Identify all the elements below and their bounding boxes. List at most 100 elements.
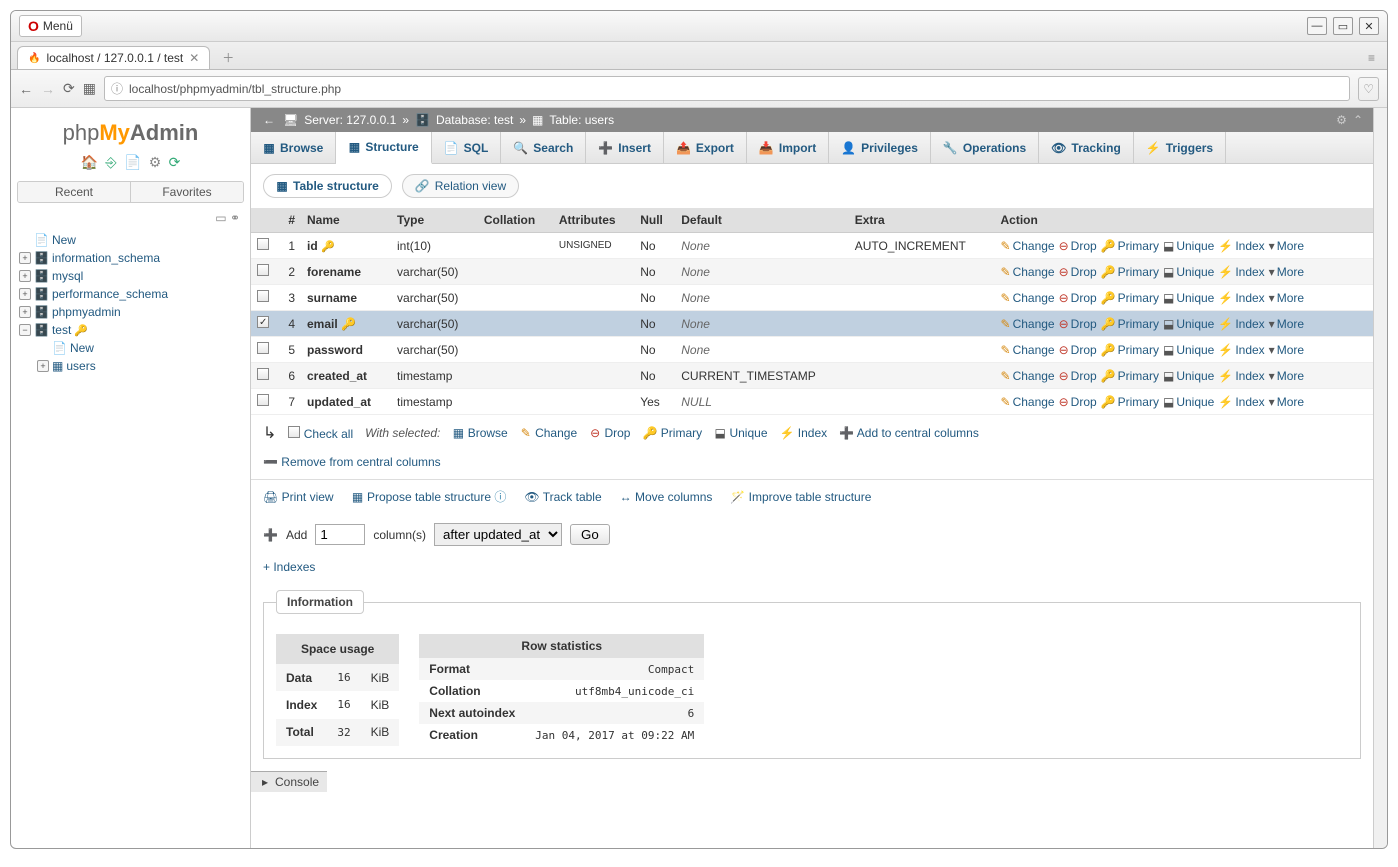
action-drop[interactable]: ⊖ Drop (1059, 239, 1097, 253)
tab-operations[interactable]: 🔧Operations (931, 132, 1039, 163)
tree-new-table[interactable]: 📄New (37, 339, 242, 357)
browser-tab[interactable]: 🔥 localhost / 127.0.0.1 / test ✕ (17, 46, 210, 69)
subnav-relation-view[interactable]: 🔗Relation view (402, 174, 519, 198)
tab-triggers[interactable]: ⚡Triggers (1134, 132, 1226, 163)
action-drop[interactable]: ⊖ Drop (1059, 317, 1097, 331)
site-info-icon[interactable]: ⓘ (111, 80, 123, 97)
tab-search[interactable]: 🔍Search (501, 132, 586, 163)
action-primary[interactable]: 🔑 Primary (1101, 343, 1159, 357)
action-change[interactable]: ✎ Change (1001, 369, 1055, 383)
action-change[interactable]: ✎ Change (1001, 395, 1055, 409)
tree-db-phpmyadmin[interactable]: +🗄️phpmyadmin (19, 303, 242, 321)
action-change[interactable]: ✎ Change (1001, 239, 1055, 253)
check-all[interactable]: Check all (288, 426, 353, 441)
maximize-button[interactable]: ▭ (1333, 17, 1353, 35)
bulk-browse[interactable]: ▦ Browse (452, 426, 507, 440)
action-more[interactable]: ▾ More (1269, 369, 1304, 383)
reload-nav-icon[interactable]: ⟳ (169, 154, 181, 170)
action-more[interactable]: ▾ More (1269, 343, 1304, 357)
action-index[interactable]: ⚡ Index (1218, 265, 1264, 279)
tabs-menu-icon[interactable]: ≡ (1362, 51, 1381, 65)
tab-insert[interactable]: ➕Insert (586, 132, 664, 163)
favorites-tab[interactable]: Favorites (130, 182, 243, 202)
bulk-remove-central[interactable]: ➖ Remove from central columns (263, 455, 441, 469)
close-window-button[interactable]: ✕ (1359, 17, 1379, 35)
settings-icon[interactable]: ⚙ (149, 154, 162, 170)
home-icon[interactable]: 🏠 (81, 154, 98, 170)
docs-icon[interactable]: 📄 (124, 154, 141, 170)
action-index[interactable]: ⚡ Index (1218, 369, 1264, 383)
breadcrumb-server[interactable]: Server: 127.0.0.1 (304, 113, 396, 127)
print-view[interactable]: 🖨 Print view (263, 490, 334, 504)
tab-import[interactable]: 📥Import (747, 132, 829, 163)
action-drop[interactable]: ⊖ Drop (1059, 369, 1097, 383)
breadcrumb-database[interactable]: Database: test (436, 113, 513, 127)
tab-sql[interactable]: 📄SQL (432, 132, 502, 163)
url-input[interactable] (129, 82, 1343, 96)
action-primary[interactable]: 🔑 Primary (1101, 395, 1159, 409)
action-unique[interactable]: ⬓ Unique (1163, 291, 1214, 305)
page-collapse-icon[interactable]: ⌃ (1353, 113, 1363, 127)
action-drop[interactable]: ⊖ Drop (1059, 395, 1097, 409)
action-change[interactable]: ✎ Change (1001, 343, 1055, 357)
action-change[interactable]: ✎ Change (1001, 265, 1055, 279)
action-more[interactable]: ▾ More (1269, 239, 1304, 253)
tab-structure[interactable]: ▦Structure (336, 132, 431, 164)
action-unique[interactable]: ⬓ Unique (1163, 343, 1214, 357)
action-primary[interactable]: 🔑 Primary (1101, 265, 1159, 279)
add-go-button[interactable]: Go (570, 524, 610, 545)
add-count-input[interactable] (315, 524, 365, 545)
subnav-table-structure[interactable]: ▦Table structure (263, 174, 392, 198)
bulk-drop[interactable]: ⊖ Drop (589, 426, 630, 440)
improve-structure[interactable]: 🪄 Improve table structure (730, 490, 871, 504)
action-unique[interactable]: ⬓ Unique (1163, 395, 1214, 409)
breadcrumb-table[interactable]: Table: users (549, 113, 614, 127)
nav-back-icon[interactable]: ← (19, 81, 33, 97)
action-primary[interactable]: 🔑 Primary (1101, 317, 1159, 331)
row-checkbox[interactable] (257, 316, 269, 328)
breadcrumb-back-icon[interactable]: ← (261, 112, 277, 128)
action-unique[interactable]: ⬓ Unique (1163, 369, 1214, 383)
bulk-unique[interactable]: ⬓ Unique (714, 426, 767, 440)
action-primary[interactable]: 🔑 Primary (1101, 239, 1159, 253)
tab-close-icon[interactable]: ✕ (189, 51, 199, 65)
bulk-add-central[interactable]: ➕ Add to central columns (839, 426, 979, 440)
collapse-icon[interactable]: ▭ (215, 211, 226, 225)
browser-menu-button[interactable]: O Menü (19, 15, 82, 37)
nav-forward-icon[interactable]: → (41, 81, 55, 97)
console-toggle[interactable]: ▸Console (251, 771, 327, 792)
tree-table-users[interactable]: +▦users (37, 357, 242, 375)
action-primary[interactable]: 🔑 Primary (1101, 291, 1159, 305)
action-index[interactable]: ⚡ Index (1218, 343, 1264, 357)
main-scrollbar[interactable] (1373, 108, 1387, 848)
new-tab-button[interactable]: ＋ (214, 49, 242, 66)
action-more[interactable]: ▾ More (1269, 265, 1304, 279)
tree-db-performance_schema[interactable]: +🗄️performance_schema (19, 285, 242, 303)
propose-structure[interactable]: ▦ Propose table structure ⓘ (352, 488, 507, 505)
action-more[interactable]: ▾ More (1269, 317, 1304, 331)
tab-export[interactable]: 📤Export (664, 132, 747, 163)
tree-db-information_schema[interactable]: +🗄️information_schema (19, 249, 242, 267)
action-primary[interactable]: 🔑 Primary (1101, 369, 1159, 383)
action-index[interactable]: ⚡ Index (1218, 395, 1264, 409)
bulk-index[interactable]: ⚡ Index (780, 426, 828, 440)
page-settings-icon[interactable]: ⚙ (1336, 113, 1347, 127)
action-unique[interactable]: ⬓ Unique (1163, 239, 1214, 253)
row-checkbox[interactable] (257, 264, 269, 276)
tree-new[interactable]: 📄New (19, 231, 242, 249)
action-more[interactable]: ▾ More (1269, 291, 1304, 305)
bookmark-heart-icon[interactable]: ♡ (1358, 77, 1379, 101)
recent-tab[interactable]: Recent (18, 182, 130, 202)
action-unique[interactable]: ⬓ Unique (1163, 265, 1214, 279)
action-drop[interactable]: ⊖ Drop (1059, 343, 1097, 357)
tree-db-mysql[interactable]: +🗄️mysql (19, 267, 242, 285)
action-more[interactable]: ▾ More (1269, 395, 1304, 409)
action-index[interactable]: ⚡ Index (1218, 291, 1264, 305)
add-position-select[interactable]: after updated_at (434, 523, 562, 546)
url-bar[interactable]: ⓘ (104, 76, 1350, 101)
minimize-button[interactable]: — (1307, 17, 1327, 35)
action-drop[interactable]: ⊖ Drop (1059, 291, 1097, 305)
nav-apps-icon[interactable]: ▦ (83, 80, 96, 97)
tab-privileges[interactable]: 👤Privileges (829, 132, 931, 163)
action-drop[interactable]: ⊖ Drop (1059, 265, 1097, 279)
